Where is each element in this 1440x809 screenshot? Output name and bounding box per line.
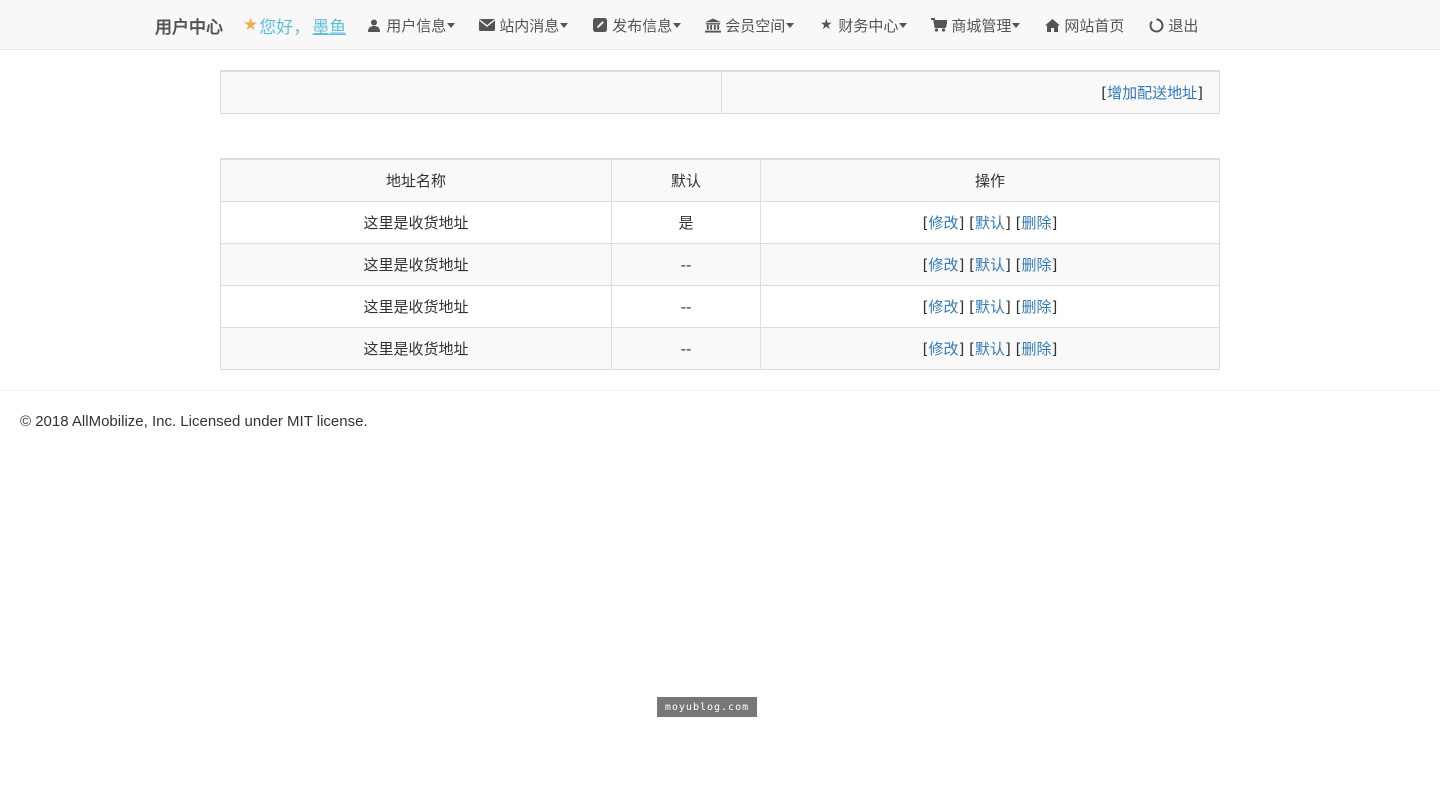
- actions-cell: [修改] [默认] [删除]: [760, 285, 1220, 328]
- actions-cell: [修改] [默认] [删除]: [760, 243, 1220, 286]
- nav-publish[interactable]: 发布信息: [592, 15, 682, 36]
- edit-link[interactable]: 修改: [928, 340, 958, 358]
- greeting-prefix: 您好，: [259, 17, 311, 38]
- delete-link[interactable]: 删除: [1021, 298, 1051, 316]
- edit-link[interactable]: 修改: [928, 298, 958, 316]
- user-greeting: ★ 您好， 墨鱼: [243, 13, 346, 38]
- address-table: 地址名称 默认 操作 这里是收货地址 是 [修改] [默认] [删除] 这里是收…: [220, 158, 1220, 370]
- nav-user-info-label: 用户信息: [386, 16, 447, 35]
- set-default-link[interactable]: 默认: [975, 340, 1005, 358]
- delete-link[interactable]: 删除: [1021, 256, 1051, 274]
- nav-user-info[interactable]: 用户信息: [366, 15, 456, 36]
- power-icon: [1148, 18, 1164, 33]
- set-default-link[interactable]: 默认: [975, 214, 1005, 232]
- delete-link[interactable]: 删除: [1021, 214, 1051, 232]
- nav-home[interactable]: 网站首页: [1044, 15, 1124, 36]
- user-icon: [366, 19, 382, 32]
- footer-copyright: © 2018 AllMobilize, Inc. Licensed under …: [20, 413, 368, 430]
- address-cell: 这里是收货地址: [220, 285, 612, 328]
- bank-icon: [705, 17, 722, 33]
- star-icon: ★: [243, 15, 259, 35]
- caret-down-icon: [673, 23, 682, 28]
- header-actions: 操作: [760, 158, 1220, 202]
- actions-cell: [修改] [默认] [删除]: [760, 327, 1220, 370]
- address-cell: 这里是收货地址: [220, 327, 612, 370]
- nav-member-space-label: 会员空间: [725, 16, 786, 35]
- table-row: 这里是收货地址 是 [修改] [默认] [删除]: [220, 201, 1220, 244]
- default-cell: --: [611, 327, 761, 370]
- nav-shop[interactable]: 商城管理: [931, 15, 1021, 36]
- footer-divider: [0, 390, 1440, 391]
- caret-down-icon: [786, 23, 795, 28]
- edit-icon: [592, 18, 608, 32]
- header-default: 默认: [611, 158, 761, 202]
- nav-member-space[interactable]: 会员空间: [705, 15, 795, 36]
- nav-logout[interactable]: 退出: [1148, 15, 1198, 36]
- top-navbar: 用户中心 ★ 您好， 墨鱼 用户信息 站内消息 发布信息 会员空间 ★ 财务中心…: [0, 0, 1440, 50]
- nav-messages[interactable]: 站内消息: [479, 15, 569, 36]
- username-link[interactable]: 墨鱼: [312, 13, 346, 38]
- set-default-link[interactable]: 默认: [975, 298, 1005, 316]
- toolbar-left-cell: [221, 72, 722, 113]
- edit-link[interactable]: 修改: [928, 214, 958, 232]
- table-row: 这里是收货地址 -- [修改] [默认] [删除]: [220, 327, 1220, 370]
- brand-title[interactable]: 用户中心: [155, 13, 223, 38]
- nav-home-label: 网站首页: [1064, 16, 1125, 35]
- nav-finance-label: 财务中心: [838, 16, 899, 35]
- navbar-content: 用户中心 ★ 您好， 墨鱼 用户信息 站内消息 发布信息 会员空间 ★ 财务中心…: [155, 0, 1198, 50]
- default-cell: 是: [611, 201, 761, 244]
- default-cell: --: [611, 243, 761, 286]
- delete-link[interactable]: 删除: [1021, 340, 1051, 358]
- edit-link[interactable]: 修改: [928, 256, 958, 274]
- star-icon: ★: [820, 17, 833, 33]
- address-cell: 这里是收货地址: [220, 201, 612, 244]
- nav-logout-label: 退出: [1168, 16, 1199, 35]
- add-address-link[interactable]: 增加配送地址: [1107, 82, 1197, 103]
- address-cell: 这里是收货地址: [220, 243, 612, 286]
- nav-publish-label: 发布信息: [612, 16, 673, 35]
- cart-icon: [931, 18, 948, 32]
- set-default-link[interactable]: 默认: [975, 256, 1005, 274]
- default-cell: --: [611, 285, 761, 328]
- table-header-row: 地址名称 默认 操作: [220, 158, 1220, 202]
- caret-down-icon: [1012, 23, 1021, 28]
- header-address-name: 地址名称: [220, 158, 612, 202]
- caret-down-icon: [560, 23, 569, 28]
- nav-shop-label: 商城管理: [951, 16, 1012, 35]
- table-row: 这里是收货地址 -- [修改] [默认] [删除]: [220, 243, 1220, 286]
- envelope-icon: [479, 19, 496, 31]
- nav-messages-label: 站内消息: [499, 16, 560, 35]
- home-icon: [1044, 18, 1060, 32]
- caret-down-icon: [447, 23, 456, 28]
- site-watermark: moyublog.com: [657, 697, 757, 717]
- actions-cell: [修改] [默认] [删除]: [760, 201, 1220, 244]
- nav-finance[interactable]: ★ 财务中心: [818, 15, 908, 36]
- toolbar-right-cell: [增加配送地址]: [1101, 82, 1203, 103]
- caret-down-icon: [899, 23, 908, 28]
- address-toolbar: [增加配送地址]: [220, 70, 1220, 114]
- table-row: 这里是收货地址 -- [修改] [默认] [删除]: [220, 285, 1220, 328]
